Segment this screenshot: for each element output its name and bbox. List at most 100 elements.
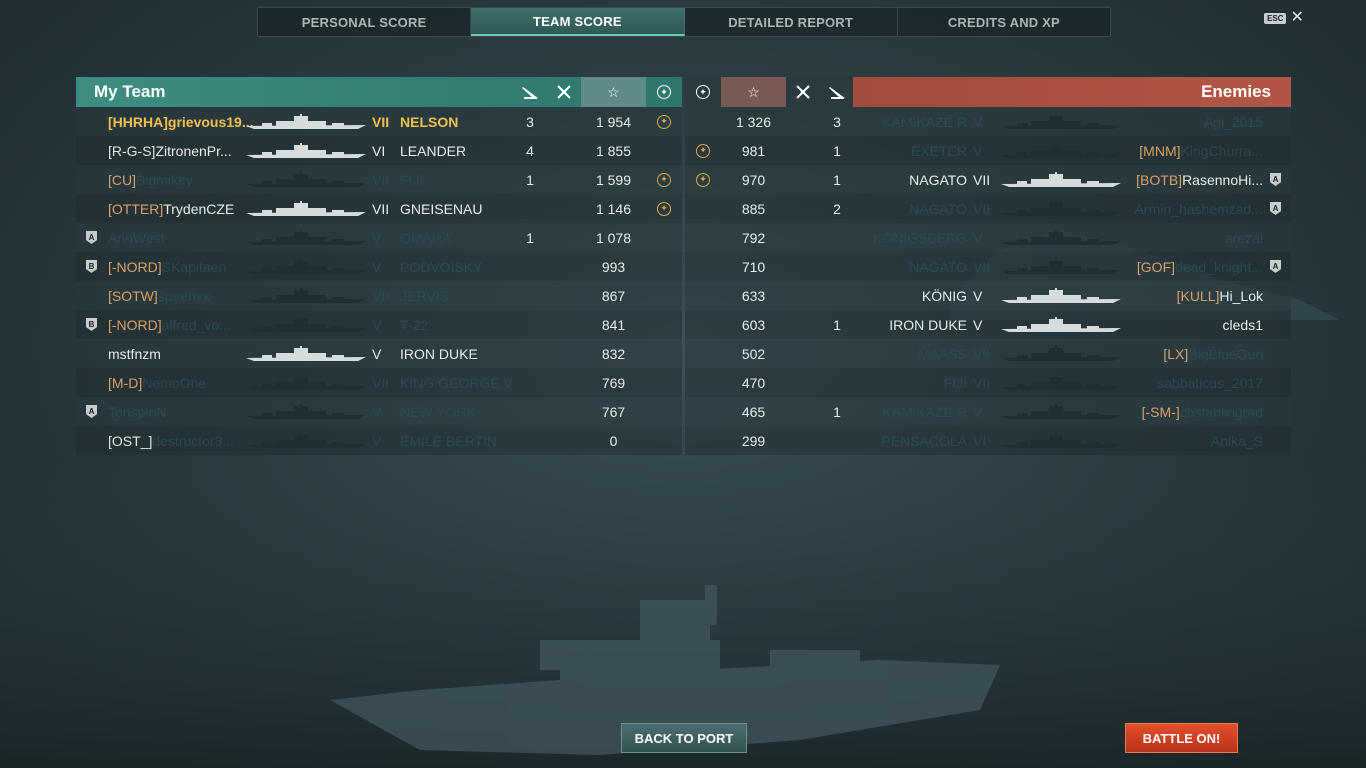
team-row[interactable]: mstfnzm V IRON DUKE 832: [76, 339, 682, 368]
medal-icon: ✦: [657, 172, 671, 187]
team-row[interactable]: [OTTER] TrydenCZE VII GNEISENAU 1 146 ✦: [76, 194, 682, 223]
ship-tier: V: [973, 229, 983, 246]
back-to-port-button[interactable]: BACK TO PORT: [621, 723, 747, 753]
battle-on-button[interactable]: BATTLE ON!: [1125, 723, 1238, 753]
ship-silhouette-icon: [246, 316, 366, 332]
planes-icon[interactable]: [786, 77, 820, 107]
ship-name: PENSACOLA: [881, 432, 967, 449]
player-name: [-NORD] alfred_vo...: [108, 310, 248, 339]
medal-icon: ✦: [646, 107, 682, 136]
team-row[interactable]: [R-G-S] ZitronenPr... VI LEANDER 4 1 855: [76, 136, 682, 165]
player-name: [CU] Bigmikey: [108, 165, 248, 194]
base-xp-score: 0: [609, 432, 618, 449]
enemy-row[interactable]: ✦ 970 1 NAGATO VII [BOTB] RasennoHi... A: [685, 165, 1291, 194]
ship-silhouette: [246, 397, 366, 426]
clan-tag: [-SM-]: [1141, 403, 1180, 420]
ship-name: IRON DUKE: [400, 345, 478, 362]
division-badge-icon: A: [86, 397, 98, 426]
clan-tag: [-NORD]: [108, 316, 162, 333]
player-name: [LX] BigBlueGun: [1123, 339, 1263, 368]
player-nickname: TrydenCZE: [163, 200, 235, 217]
team-row[interactable]: [OST_] destructor3... V ÉMILE BERTIN 0: [76, 426, 682, 455]
enemy-row[interactable]: 299 PENSACOLA VI Anika_S: [685, 426, 1291, 455]
kills-count: [820, 252, 854, 281]
enemies-panel: ✦ ☆ Enemies 1 326 3 KAMIKAZE R V Agi_2015 ✦ 9…: [685, 77, 1291, 457]
team-row[interactable]: [CU] Bigmikey VII FIJI 1 1 599 ✦: [76, 165, 682, 194]
tab-detailed-report[interactable]: DETAILED REPORT: [685, 8, 898, 36]
kills-count: [513, 368, 547, 397]
ship-tier: VII: [973, 374, 991, 391]
enemy-row[interactable]: 502 MAASS VII [LX] BigBlueGun: [685, 339, 1291, 368]
enemy-row[interactable]: 710 NAGATO VII [GOF] dead_knight... A: [685, 252, 1291, 281]
clan-tag: [OTTER]: [108, 200, 164, 217]
enemy-row[interactable]: 633 KÖNIG V [KULL] Hi_Lok: [685, 281, 1291, 310]
ship-silhouette: [1001, 252, 1121, 281]
medal-icon[interactable]: ✦: [685, 77, 721, 107]
star-icon[interactable]: ☆: [581, 77, 646, 107]
player-name: Anika_S: [1123, 426, 1263, 455]
team-row[interactable]: B [-NORD] SKapitaen V PODVOISKY 993: [76, 252, 682, 281]
ship-tier: VII: [372, 287, 390, 304]
medal-icon: ✦: [657, 114, 671, 129]
team-row[interactable]: B [-NORD] alfred_vo... V T-22 841: [76, 310, 682, 339]
kills-count: [513, 252, 547, 281]
team-row[interactable]: [HHRHA] grievous19... VII NELSON 3 1 954 ✦: [76, 107, 682, 136]
ship-name: NELSON: [400, 113, 459, 130]
kills-count: 3: [833, 113, 841, 130]
ship-name: EXETER: [910, 142, 967, 159]
kills-count: [820, 368, 854, 397]
ship-tier: V: [973, 113, 983, 130]
clan-tag: [CU]: [108, 171, 136, 188]
team-row[interactable]: A AnnWest V OMAHA 1 1 078: [76, 223, 682, 252]
ship-name: NAGATO: [909, 200, 967, 217]
base-xp-score: 1 954: [595, 113, 632, 130]
close-icon[interactable]: ✕: [1290, 10, 1303, 26]
enemy-row[interactable]: 1 326 3 KAMIKAZE R V Agi_2015: [685, 107, 1291, 136]
ship-name: NAGATO: [909, 258, 967, 275]
player-name: cleds1: [1123, 310, 1263, 339]
ship-silhouette-icon: [1001, 374, 1121, 390]
tab-credits-and-xp[interactable]: CREDITS AND XP: [898, 8, 1110, 36]
ship-silhouette: [246, 426, 366, 455]
torpedo-icon[interactable]: [820, 77, 854, 107]
ship-tier: VII: [973, 345, 991, 362]
medal-icon: ✦: [696, 172, 710, 187]
player-name: mstfnzm: [108, 339, 248, 368]
torpedo-icon[interactable]: [513, 77, 547, 107]
team-row[interactable]: A TonspioN V NEW YORK 767: [76, 397, 682, 426]
clan-tag: [HHRHA]: [108, 113, 168, 130]
base-xp-score: 832: [601, 345, 626, 362]
tab-team-score[interactable]: TEAM SCORE: [471, 8, 685, 36]
base-xp-score: 1 326: [735, 113, 772, 130]
ship-silhouette-icon: [246, 229, 366, 245]
team-row[interactable]: [M-D] NemoOne VII KING GEORGE V 769: [76, 368, 682, 397]
kills-count: [513, 426, 547, 455]
enemy-row[interactable]: 465 1 KAMIKAZE R V [-SM-] chstahlingrad: [685, 397, 1291, 426]
esc-key-hint: ESC: [1264, 12, 1287, 24]
enemy-row[interactable]: 792 KÖNIGSBERG V arezal: [685, 223, 1291, 252]
ship-tier: V: [372, 403, 382, 420]
ship-tier: VII: [372, 200, 390, 217]
ship-silhouette-icon: [1001, 316, 1121, 332]
tab-personal-score[interactable]: PERSONAL SCORE: [258, 8, 472, 36]
star-icon[interactable]: ☆: [721, 77, 786, 107]
team-row[interactable]: [SOTW] speenyx VII JERVIS 867: [76, 281, 682, 310]
division-badge-icon: A: [86, 405, 97, 418]
close-control[interactable]: ESC ✕: [1264, 10, 1304, 26]
base-xp-score: 633: [741, 287, 766, 304]
enemy-row[interactable]: 603 1 IRON DUKE V cleds1: [685, 310, 1291, 339]
ship-tier: VII: [372, 113, 390, 130]
planes-icon[interactable]: [547, 77, 581, 107]
player-nickname: Armin_hashemzad...: [1134, 200, 1263, 217]
base-xp-score: 792: [741, 229, 766, 246]
enemy-row[interactable]: 885 2 NAGATO VII Armin_hashemzad... A: [685, 194, 1291, 223]
base-xp-score: 841: [601, 316, 626, 333]
kills-count: 1: [526, 171, 534, 188]
enemy-row[interactable]: ✦ 981 1 EXETER V [MNM] KingChurra...: [685, 136, 1291, 165]
division-badge-icon: B: [86, 252, 98, 281]
enemy-row[interactable]: 470 FIJI VII sabbaticus_2017: [685, 368, 1291, 397]
kills-count: 1: [833, 316, 841, 333]
division-badge-icon: B: [86, 318, 97, 331]
medal-icon[interactable]: ✦: [646, 77, 682, 107]
base-xp-score: 970: [741, 171, 766, 188]
